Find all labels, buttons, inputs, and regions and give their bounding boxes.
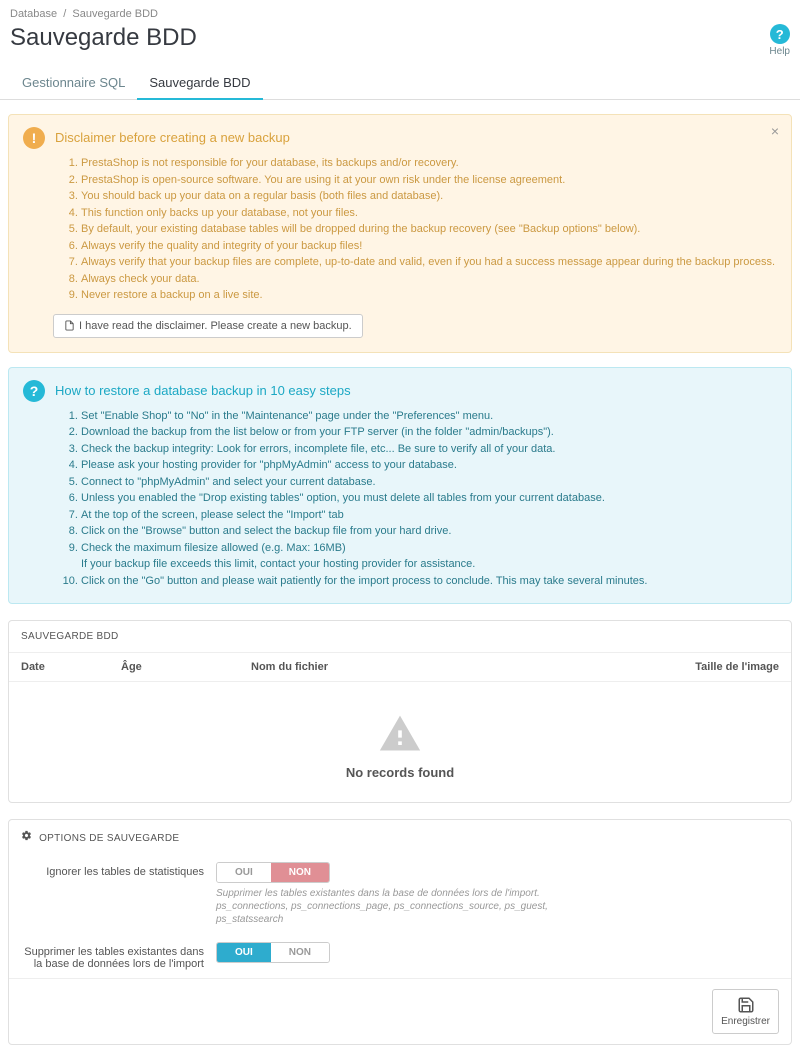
document-icon: [64, 320, 75, 331]
list-item: Click on the "Go" button and please wait…: [81, 573, 777, 590]
info-icon: ?: [23, 380, 45, 402]
toggle-on[interactable]: OUI: [217, 943, 271, 962]
list-item: Click on the "Browse" button and select …: [81, 523, 777, 540]
list-item: By default, your existing database table…: [81, 221, 777, 238]
help-label: Help: [769, 46, 790, 57]
save-icon: [737, 996, 755, 1014]
list-item: Please ask your hosting provider for "ph…: [81, 457, 777, 474]
disclaimer-title: Disclaimer before creating a new backup: [23, 127, 777, 149]
column-date[interactable]: Date: [21, 661, 121, 673]
column-age[interactable]: Âge: [121, 661, 251, 673]
list-item: PrestaShop is not responsible for your d…: [81, 155, 777, 172]
warning-triangle-icon: [378, 712, 422, 756]
listing-heading: SAUVEGARDE BDD: [9, 621, 791, 652]
toggle-on[interactable]: OUI: [217, 863, 271, 882]
list-item: Connect to "phpMyAdmin" and select your …: [81, 474, 777, 491]
list-item: Always verify the quality and integrity …: [81, 238, 777, 255]
restore-title: How to restore a database backup in 10 e…: [23, 380, 777, 402]
ignore-stats-toggle[interactable]: OUI NON: [216, 862, 330, 883]
column-filename[interactable]: Nom du fichier: [251, 661, 659, 673]
create-backup-label: I have read the disclaimer. Please creat…: [79, 320, 352, 332]
list-item: Always check your data.: [81, 271, 777, 288]
list-item: Always verify that your backup files are…: [81, 254, 777, 271]
tabs: Gestionnaire SQL Sauvegarde BDD: [0, 67, 800, 100]
toggle-off[interactable]: NON: [271, 943, 329, 962]
create-backup-button[interactable]: I have read the disclaimer. Please creat…: [53, 314, 363, 338]
backup-listing-panel: SAUVEGARDE BDD Date Âge Nom du fichier T…: [8, 620, 792, 803]
disclaimer-list: PrestaShop is not responsible for your d…: [67, 155, 777, 304]
option-ignore-stats: Ignorer les tables de statistiques OUI N…: [9, 854, 791, 934]
list-item: Check the maximum filesize allowed (e.g.…: [81, 540, 777, 573]
save-button[interactable]: Enregistrer: [712, 989, 779, 1034]
gear-icon: [21, 830, 32, 841]
table-header: Date Âge Nom du fichier Taille de l'imag…: [9, 652, 791, 682]
options-heading: OPTIONS DE SAUVEGARDE: [9, 820, 791, 854]
toggle-off[interactable]: NON: [271, 863, 329, 882]
restore-list: Set "Enable Shop" to "No" in the "Mainte…: [67, 408, 777, 590]
list-item: Never restore a backup on a live site.: [81, 287, 777, 304]
list-item: Check the backup integrity: Look for err…: [81, 441, 777, 458]
list-item: You should back up your data on a regula…: [81, 188, 777, 205]
warning-icon: !: [23, 127, 45, 149]
save-label: Enregistrer: [721, 1016, 770, 1027]
breadcrumb: Database / Sauvegarde BDD: [0, 0, 800, 24]
list-item: Unless you enabled the "Drop existing ta…: [81, 490, 777, 507]
restore-alert: ? How to restore a database backup in 10…: [8, 367, 792, 605]
help-button[interactable]: ? Help: [769, 24, 790, 57]
disclaimer-alert: × ! Disclaimer before creating a new bac…: [8, 114, 792, 353]
page-title: Sauvegarde BDD: [10, 24, 769, 52]
list-item: At the top of the screen, please select …: [81, 507, 777, 524]
list-item: This function only backs up your databas…: [81, 205, 777, 222]
column-size[interactable]: Taille de l'image: [659, 661, 779, 673]
list-item: Download the backup from the list below …: [81, 424, 777, 441]
empty-text: No records found: [9, 765, 791, 780]
ignore-stats-help: Supprimer les tables existantes dans la …: [216, 887, 596, 926]
backup-options-panel: OPTIONS DE SAUVEGARDE Ignorer les tables…: [8, 819, 792, 1045]
drop-tables-label: Supprimer les tables existantes dans la …: [21, 942, 216, 970]
breadcrumb-current: Sauvegarde BDD: [72, 8, 158, 20]
drop-tables-toggle[interactable]: OUI NON: [216, 942, 330, 963]
list-item: Set "Enable Shop" to "No" in the "Mainte…: [81, 408, 777, 425]
empty-state: No records found: [9, 682, 791, 802]
tab-sql-manager[interactable]: Gestionnaire SQL: [10, 67, 137, 100]
option-drop-tables: Supprimer les tables existantes dans la …: [9, 934, 791, 978]
close-icon[interactable]: ×: [771, 123, 779, 139]
tab-db-backup[interactable]: Sauvegarde BDD: [137, 67, 262, 100]
breadcrumb-root[interactable]: Database: [10, 8, 57, 20]
help-icon: ?: [770, 24, 790, 44]
list-item: PrestaShop is open-source software. You …: [81, 172, 777, 189]
ignore-stats-label: Ignorer les tables de statistiques: [21, 862, 216, 878]
